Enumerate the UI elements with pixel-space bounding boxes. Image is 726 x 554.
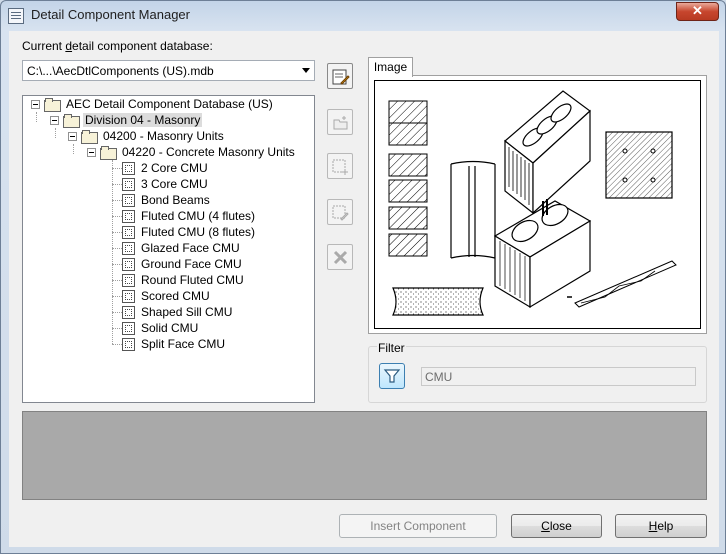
tree-item[interactable]: Split Face CMU [122,336,227,352]
window-title: Detail Component Manager [31,7,190,22]
tree-item[interactable]: Scored CMU [122,288,212,304]
edit-database-icon [332,69,350,85]
help-button[interactable]: Help [615,514,707,538]
collapse-icon[interactable] [87,147,96,157]
component-icon [122,241,135,255]
collapse-icon[interactable] [50,115,59,125]
insert-component-button[interactable]: Insert Component [339,514,497,538]
component-icon [122,321,135,335]
database-label: Current detail component database: [22,39,213,53]
chevron-down-icon[interactable] [302,68,310,73]
component-icon [122,177,135,191]
delete-icon [333,250,348,265]
edit-database-button[interactable] [327,63,353,89]
component-icon [122,305,135,319]
tree-item[interactable]: Solid CMU [122,320,200,336]
tree-item[interactable]: Fluted CMU (8 flutes) [122,224,257,240]
dialog-client: Current detail component database: C:\..… [9,31,719,547]
filter-button[interactable] [379,363,405,389]
tree-item[interactable]: 3 Core CMU [122,176,210,192]
component-icon [122,193,135,207]
tree-item[interactable]: Round Fluted CMU [122,272,246,288]
tree-item[interactable]: Glazed Face CMU [122,240,242,256]
open-database-icon [333,116,348,130]
component-tree[interactable]: AEC Detail Component Database (US) Divis… [22,95,315,403]
filter-label: Filter [377,341,406,355]
component-icon [122,337,135,351]
tree-node-root[interactable]: AEC Detail Component Database (US) [31,96,275,112]
window-close-button[interactable]: ✕ [676,2,719,21]
component-icon [122,209,135,223]
folder-open-icon [44,98,61,112]
component-icon [122,273,135,287]
tree-item[interactable]: Ground Face CMU [122,256,244,272]
title-bar[interactable]: Detail Component Manager ✕ [1,1,725,31]
tree-item[interactable]: Shaped Sill CMU [122,304,234,320]
tree-item[interactable]: Fluted CMU (4 flutes) [122,208,257,224]
filter-group: Filter CMU [368,341,707,403]
component-icon [122,225,135,239]
folder-open-icon [100,146,117,160]
app-icon [8,8,24,24]
dialog-window: Detail Component Manager ✕ Current detai… [0,0,726,554]
description-panel [22,411,707,500]
component-preview-image [374,80,701,329]
edit-component-icon [332,205,349,221]
tree-node-subsection[interactable]: 04220 - Concrete Masonry Units [87,144,297,160]
new-component-button[interactable] [327,153,353,179]
component-icon [122,289,135,303]
open-database-button[interactable] [327,109,353,135]
tree-node-division[interactable]: Division 04 - Masonry [50,112,203,128]
image-tab-page [368,75,707,334]
tree-item[interactable]: 2 Core CMU [122,160,210,176]
tab-image[interactable]: Image [368,57,413,77]
folder-open-icon [63,114,80,128]
edit-component-button[interactable] [327,199,353,225]
database-combo[interactable]: C:\...\AecDtlComponents (US).mdb [22,60,315,81]
new-component-icon [332,159,348,175]
funnel-icon [383,369,401,383]
filter-input[interactable]: CMU [421,367,696,386]
close-button[interactable]: Close [511,514,602,538]
component-icon [122,257,135,271]
delete-button[interactable] [327,244,353,270]
collapse-icon[interactable] [68,131,77,141]
database-value: C:\...\AecDtlComponents (US).mdb [27,64,214,78]
folder-open-icon [81,130,98,144]
tree-node-section[interactable]: 04200 - Masonry Units [68,128,226,144]
collapse-icon[interactable] [31,99,40,109]
component-icon [122,161,135,175]
tree-item[interactable]: Bond Beams [122,192,212,208]
